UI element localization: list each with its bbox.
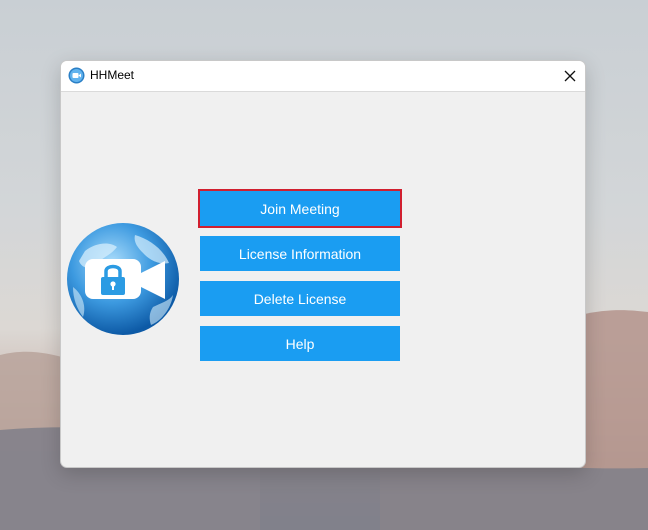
close-button[interactable]	[555, 61, 585, 91]
globe-video-lock-icon	[67, 223, 179, 335]
window-title: HHMeet	[90, 68, 135, 82]
app-icon	[68, 67, 85, 84]
license-information-button[interactable]: License Information	[200, 236, 400, 271]
delete-license-button[interactable]: Delete License	[200, 281, 400, 316]
title-bar: HHMeet	[61, 61, 585, 92]
app-window: HHMeet Join Meeting License Information …	[60, 60, 586, 468]
close-icon	[564, 70, 576, 82]
join-meeting-button[interactable]: Join Meeting	[198, 189, 402, 228]
help-button[interactable]: Help	[200, 326, 400, 361]
